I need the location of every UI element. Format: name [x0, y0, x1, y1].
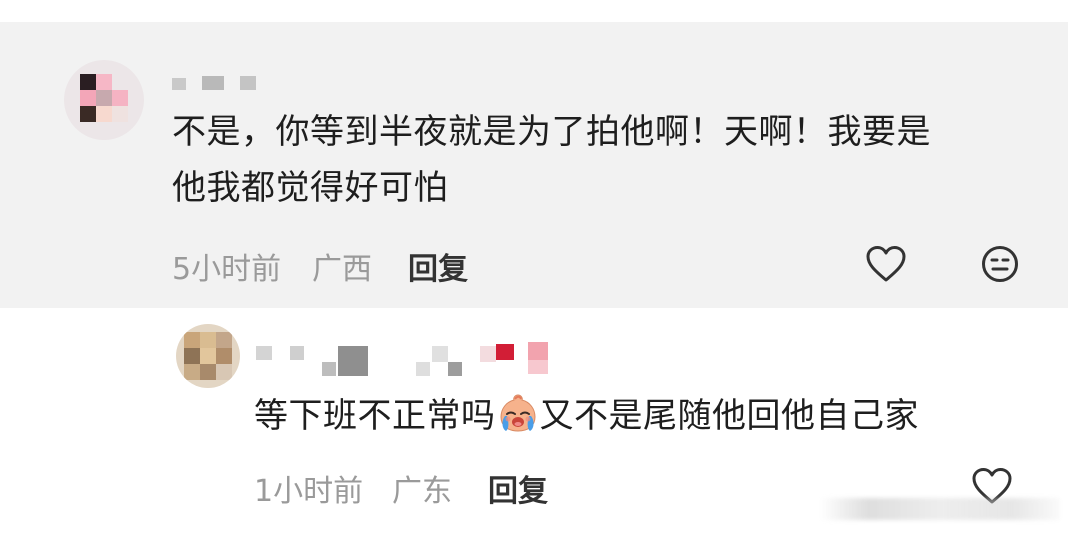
avatar[interactable]	[64, 60, 144, 140]
blurred-watermark	[820, 498, 1060, 520]
comment-location: 广西	[312, 252, 372, 287]
reply-location: 广东	[392, 474, 452, 509]
comment-time: 5小时前	[172, 252, 282, 287]
meh-face-icon[interactable]	[980, 244, 1020, 284]
comment-text-line-1: 不是，你等到半夜就是为了拍他啊！天啊！我要是	[172, 112, 931, 152]
reply-username-redacted[interactable]	[256, 340, 566, 380]
comment-text: 不是，你等到半夜就是为了拍他啊！天啊！我要是 他我都觉得好可怕	[172, 104, 1052, 216]
comment-text-line-2: 他我都觉得好可怕	[172, 168, 448, 208]
reply-text-before-emoji: 等下班不正常吗	[254, 396, 496, 436]
reply-avatar[interactable]	[176, 324, 240, 388]
reply-text: 等下班不正常吗 又不是尾随他回他自己家	[254, 388, 1054, 444]
crying-face-emoji-icon	[496, 391, 540, 435]
reply-reply-button[interactable]: 回复	[488, 466, 548, 510]
reply-time: 1小时前	[254, 474, 364, 509]
username-redacted[interactable]	[172, 74, 262, 94]
comment-reply-button[interactable]: 回复	[408, 244, 468, 288]
top-spacer	[0, 0, 1068, 22]
heart-outline-icon[interactable]	[864, 244, 908, 284]
reply-text-after-emoji: 又不是尾随他回他自己家	[539, 396, 919, 436]
comment-card: 不是，你等到半夜就是为了拍他啊！天啊！我要是 他我都觉得好可怕 5小时前 广西 …	[0, 22, 1068, 308]
